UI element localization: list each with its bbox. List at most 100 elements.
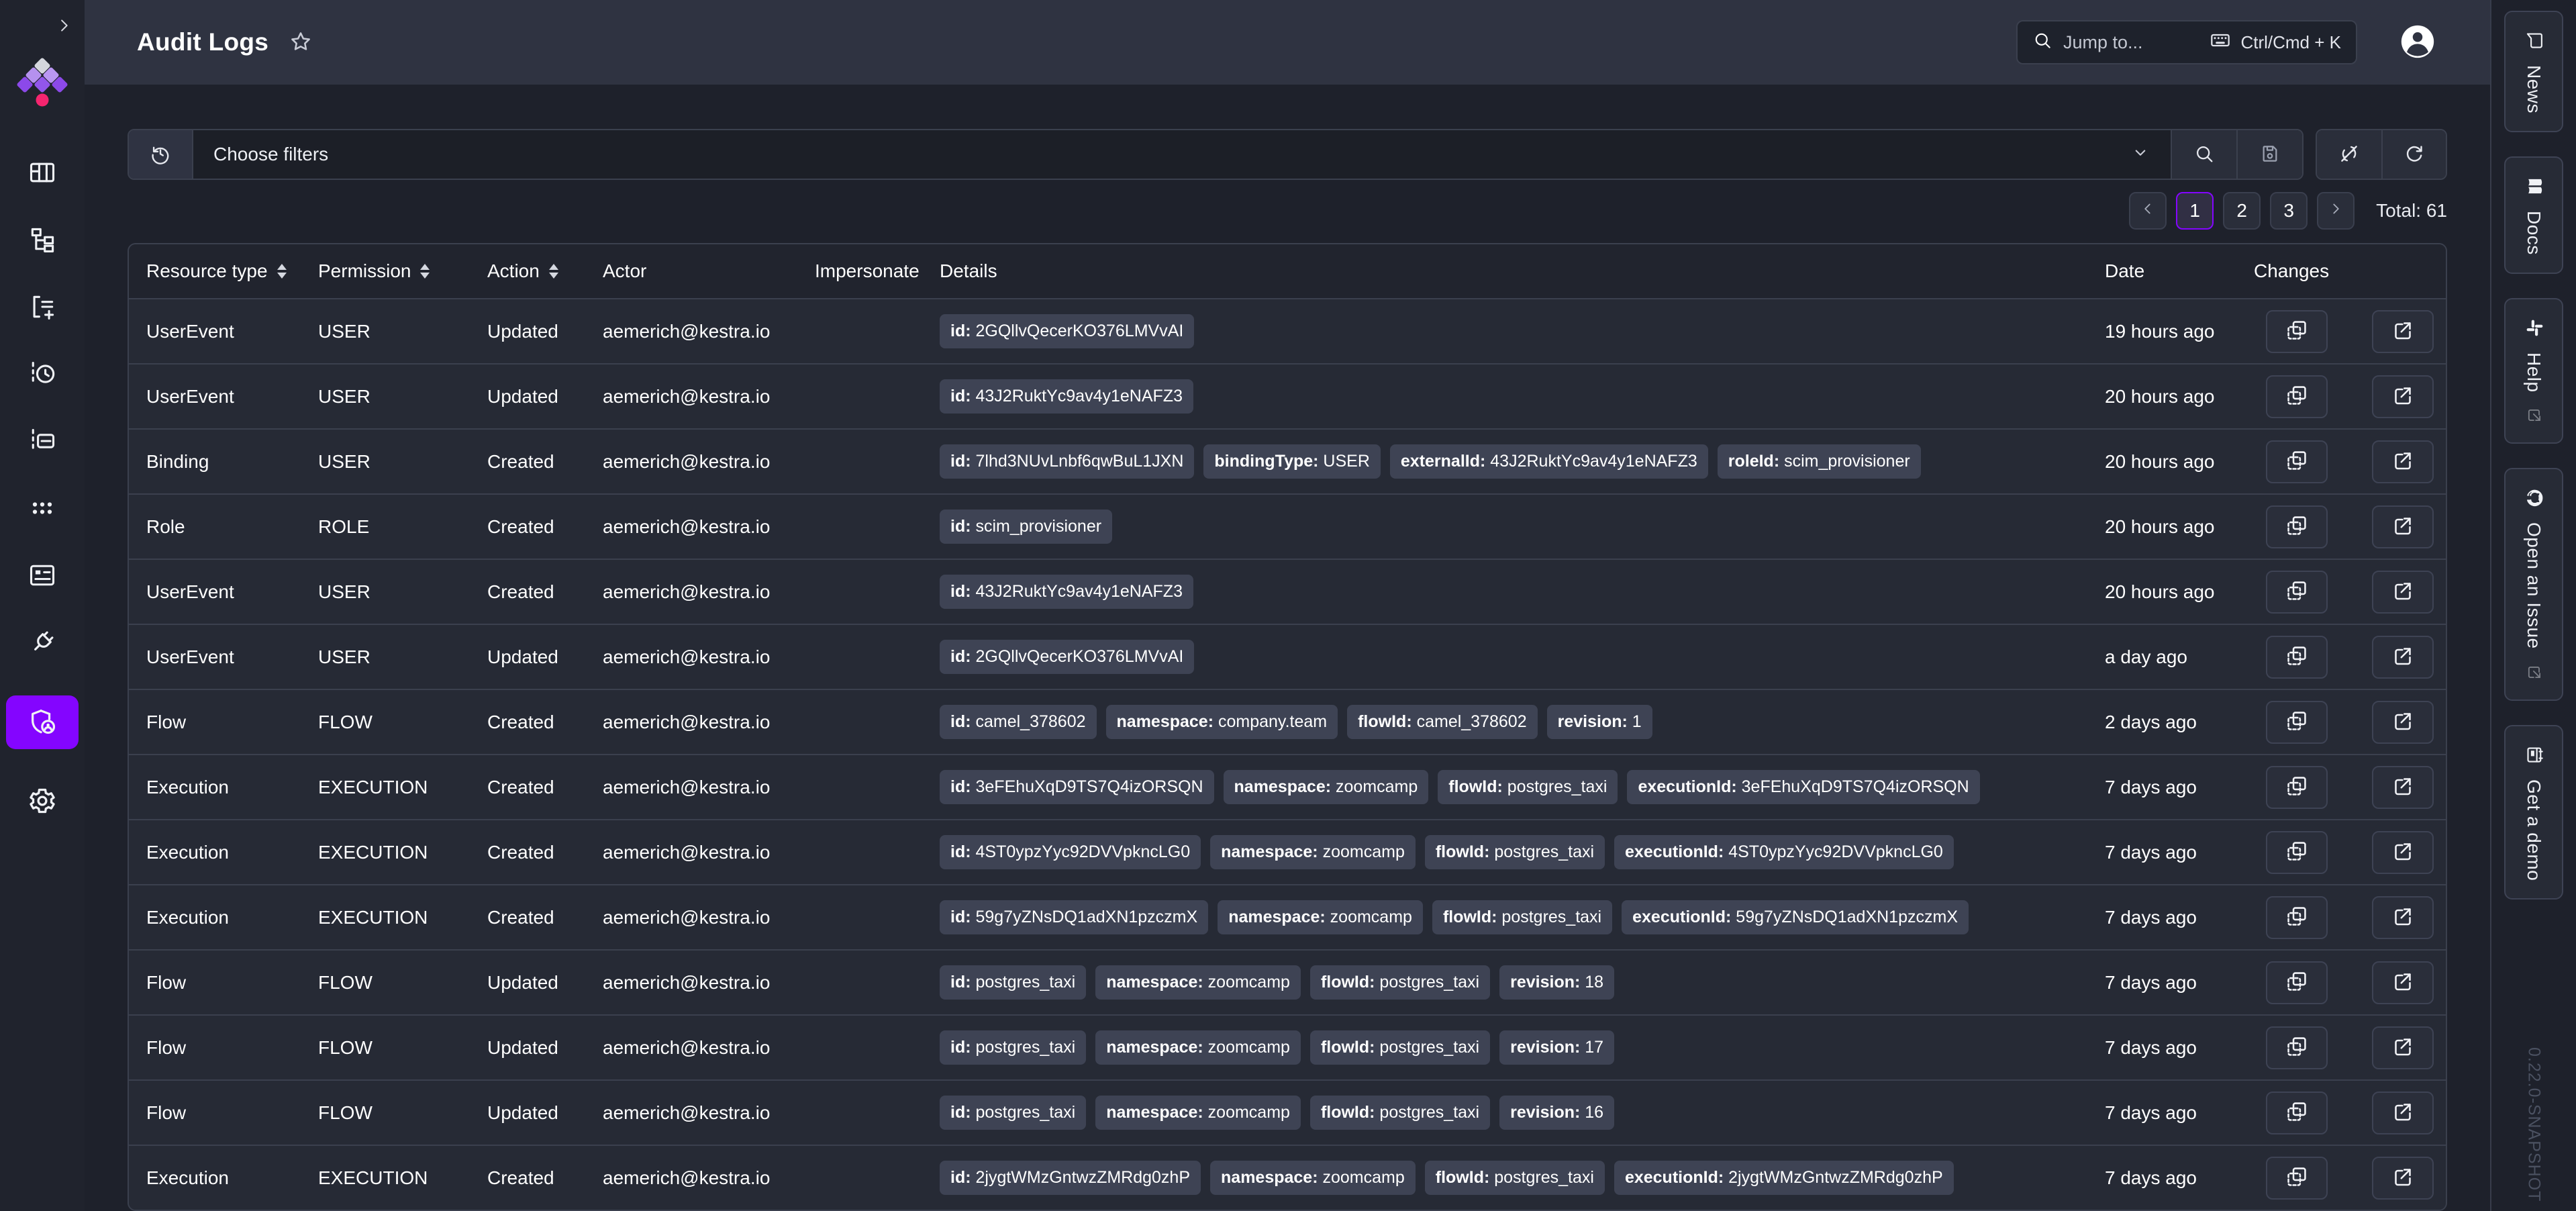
column-header-resource-type[interactable]: Resource type xyxy=(129,260,318,282)
diff-icon xyxy=(2285,318,2309,344)
refresh-button[interactable] xyxy=(2381,130,2446,179)
pagination-next-button[interactable] xyxy=(2317,192,2355,230)
sidebar-item-plugins[interactable] xyxy=(6,628,79,658)
pagination-page-2[interactable]: 2 xyxy=(2223,192,2261,230)
details-cell: id: 2GQllvQecerKO376LMVvAI xyxy=(940,313,2105,349)
column-header-action[interactable]: Action xyxy=(487,260,603,282)
action-cell: Created xyxy=(487,906,554,928)
permission-cell: USER xyxy=(318,450,370,472)
sidebar-item-settings[interactable] xyxy=(6,787,79,816)
detail-badge: flowId: postgres_taxi xyxy=(1424,1160,1605,1196)
column-label: Permission xyxy=(318,260,411,281)
open-in-new-button[interactable] xyxy=(2372,570,2434,614)
table-head-row: Resource type Permission Action Actor Impers… xyxy=(129,244,2446,298)
search-icon xyxy=(2193,143,2215,166)
open-in-new-button[interactable] xyxy=(2372,635,2434,679)
rail-tab-label: Docs xyxy=(2524,211,2544,255)
history-icon xyxy=(149,142,172,167)
rail-tab-help[interactable]: Help xyxy=(2504,297,2563,444)
rail-tab-docs[interactable]: Docs xyxy=(2504,156,2563,274)
resource-type-cell: Binding xyxy=(146,450,209,472)
auto-refresh-off-button[interactable] xyxy=(2317,130,2381,179)
sort-icon[interactable] xyxy=(548,264,558,279)
view-changes-button[interactable] xyxy=(2266,635,2328,679)
sidebar-item-blueprints[interactable] xyxy=(6,561,79,591)
column-label: Changes xyxy=(2254,260,2330,281)
column-label: Impersonate xyxy=(815,260,920,281)
actor-cell: aemerich@kestra.io xyxy=(603,450,771,472)
view-changes-button[interactable] xyxy=(2266,961,2328,1004)
blueprint-icon xyxy=(28,561,57,592)
view-changes-button[interactable] xyxy=(2266,440,2328,483)
date-cell: 19 hours ago xyxy=(2105,320,2215,342)
table-row: Execution EXECUTION Created aemerich@kestra… xyxy=(129,1145,2446,1210)
filter-save-button[interactable] xyxy=(2236,130,2302,179)
view-changes-button[interactable] xyxy=(2266,1156,2328,1200)
view-changes-button[interactable] xyxy=(2266,765,2328,809)
favorite-button[interactable] xyxy=(289,29,313,56)
detail-badge: flowId: camel_378602 xyxy=(1347,704,1538,740)
view-changes-button[interactable] xyxy=(2266,309,2328,353)
view-changes-button[interactable] xyxy=(2266,1026,2328,1069)
open-in-new-button[interactable] xyxy=(2372,765,2434,809)
star-icon xyxy=(289,32,313,56)
sidebar-item-templates[interactable] xyxy=(6,293,79,322)
open-in-new-button[interactable] xyxy=(2372,1156,2434,1200)
resource-type-cell: Flow xyxy=(146,1102,187,1123)
view-changes-button[interactable] xyxy=(2266,505,2328,548)
open-in-new-button[interactable] xyxy=(2372,1091,2434,1134)
sidebar-item-flows[interactable] xyxy=(6,226,79,255)
open-in-new-button[interactable] xyxy=(2372,961,2434,1004)
choose-filters-input[interactable]: Choose filters xyxy=(193,130,2171,179)
open-in-new-button[interactable] xyxy=(2372,440,2434,483)
rail-tab-news[interactable]: News xyxy=(2504,11,2563,133)
view-changes-button[interactable] xyxy=(2266,830,2328,874)
detail-badge: revision: 1 xyxy=(1546,704,1652,740)
open-in-new-button[interactable] xyxy=(2372,895,2434,939)
main-content: Choose filters 1 2 3 Total: 61 Resource … xyxy=(85,85,2490,1211)
sidebar-item-dashboards[interactable] xyxy=(6,158,79,188)
column-header-impersonate: Impersonate xyxy=(815,260,940,282)
open-in-new-button[interactable] xyxy=(2372,505,2434,548)
view-changes-button[interactable] xyxy=(2266,895,2328,939)
user-avatar[interactable] xyxy=(2397,22,2438,62)
view-changes-button[interactable] xyxy=(2266,700,2328,744)
date-cell: 7 days ago xyxy=(2105,1036,2197,1058)
sidebar-item-logs[interactable] xyxy=(6,427,79,456)
open-in-new-button[interactable] xyxy=(2372,1026,2434,1069)
open-in-new-button[interactable] xyxy=(2372,309,2434,353)
pagination-page-3[interactable]: 3 xyxy=(2270,192,2308,230)
view-changes-button[interactable] xyxy=(2266,1091,2328,1134)
view-changes-button[interactable] xyxy=(2266,570,2328,614)
sidebar-item-apps[interactable] xyxy=(6,494,79,524)
changes-cell xyxy=(2254,765,2446,809)
sidebar-item-executions[interactable] xyxy=(6,360,79,389)
details-cell: id: 59g7yZNsDQ1adXN1pzczmX namespace: zoo… xyxy=(940,900,2105,935)
permission-cell: FLOW xyxy=(318,711,373,732)
sidebar-item-administration[interactable] xyxy=(6,695,79,749)
jump-to-search[interactable]: Jump to... Ctrl/Cmd + K xyxy=(2016,20,2357,64)
column-header-permission[interactable]: Permission xyxy=(318,260,487,282)
sort-icon[interactable] xyxy=(277,264,287,279)
detail-badge: flowId: postgres_taxi xyxy=(1309,1095,1491,1130)
rail-tab-open-an-issue[interactable]: Open an Issue xyxy=(2504,468,2563,701)
open-in-new-button[interactable] xyxy=(2372,830,2434,874)
detail-badge: namespace: zoomcamp xyxy=(1095,965,1301,1000)
rail-tab-get-a-demo[interactable]: Get a demo xyxy=(2504,725,2563,900)
view-changes-button[interactable] xyxy=(2266,375,2328,418)
action-cell: Updated xyxy=(487,385,558,407)
filter-history-button[interactable] xyxy=(129,130,193,179)
pagination-page-1[interactable]: 1 xyxy=(2176,192,2214,230)
column-header-actor: Actor xyxy=(603,260,815,282)
open-in-new-button[interactable] xyxy=(2372,375,2434,418)
open-in-new-button[interactable] xyxy=(2372,700,2434,744)
permission-cell: EXECUTION xyxy=(318,776,428,797)
table-row: UserEvent USER Updated aemerich@kestra.io id… xyxy=(129,363,2446,428)
sort-icon[interactable] xyxy=(420,264,430,279)
actor-cell: aemerich@kestra.io xyxy=(603,776,771,797)
sidebar-collapse-button[interactable] xyxy=(54,16,74,36)
pagination-prev-button[interactable] xyxy=(2129,192,2167,230)
kestra-logo[interactable] xyxy=(0,57,85,113)
filter-search-button[interactable] xyxy=(2171,130,2236,179)
chevron-down-icon[interactable] xyxy=(2130,142,2150,167)
